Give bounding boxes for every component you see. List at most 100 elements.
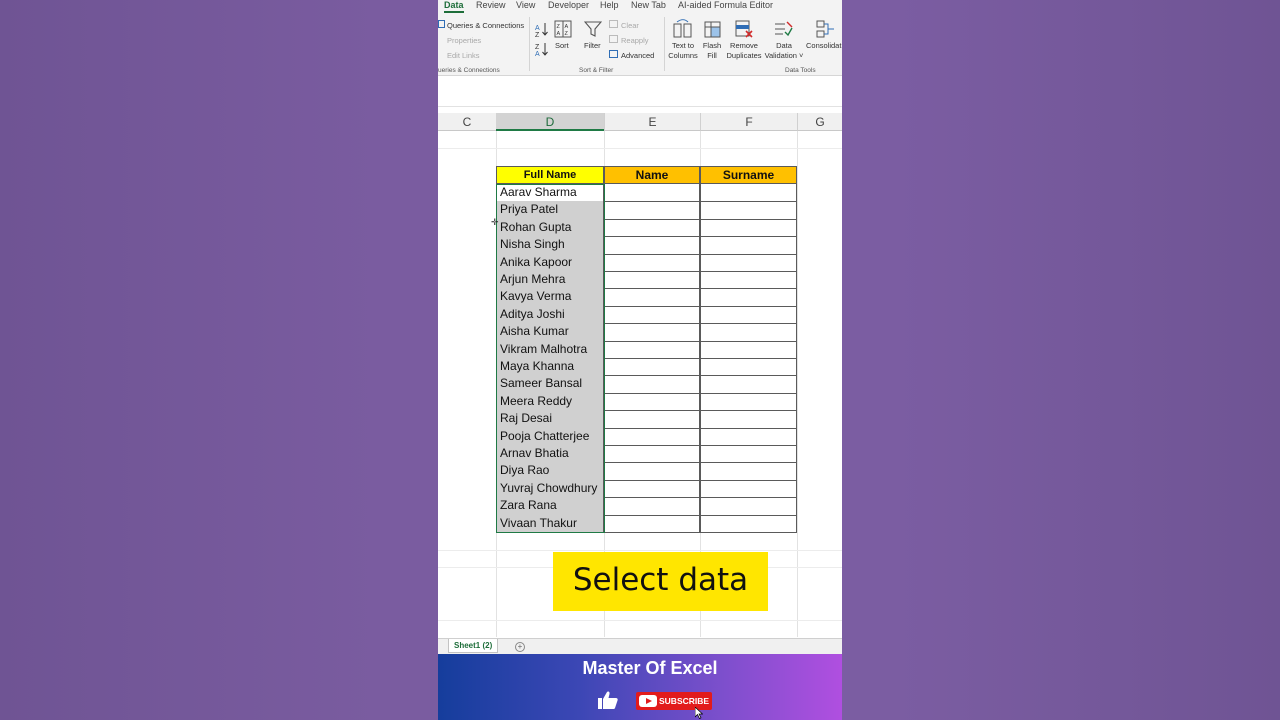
name-cell[interactable]: [604, 497, 700, 516]
name-cell[interactable]: [604, 340, 700, 359]
tab-new-tab[interactable]: New Tab: [631, 0, 666, 10]
surname-cell[interactable]: [700, 514, 797, 533]
sheet-tab[interactable]: Sheet1 (2): [448, 639, 499, 653]
edit-links-button[interactable]: Edit Links: [447, 51, 480, 60]
data-validation-button[interactable]: Data Validation ˅: [762, 41, 806, 61]
data-validation-label-1: Data: [776, 41, 792, 50]
surname-cell[interactable]: [700, 288, 797, 307]
name-cell[interactable]: [604, 271, 700, 290]
surname-cell[interactable]: [700, 497, 797, 516]
full-name-cell[interactable]: Vikram Malhotra: [496, 340, 604, 359]
name-cell[interactable]: [604, 184, 700, 203]
surname-cell[interactable]: [700, 271, 797, 290]
surname-cell[interactable]: [700, 445, 797, 464]
surname-cell[interactable]: [700, 201, 797, 220]
surname-cell[interactable]: [700, 462, 797, 481]
surname-cell[interactable]: [700, 340, 797, 359]
full-name-cell[interactable]: Rohan Gupta: [496, 218, 604, 238]
header-full-name[interactable]: Full Name: [496, 166, 604, 184]
sort-button[interactable]: Sort: [555, 41, 569, 50]
name-cell[interactable]: [604, 514, 700, 533]
name-cell[interactable]: [604, 479, 700, 499]
full-name-cell[interactable]: Pooja Chatterjee: [496, 427, 604, 446]
full-name-cell[interactable]: Aditya Joshi: [496, 305, 604, 325]
remove-duplicates-icon[interactable]: [734, 19, 754, 39]
surname-cell[interactable]: [700, 358, 797, 377]
surname-cell[interactable]: [700, 184, 797, 203]
full-name-cell[interactable]: Kavya Verma: [496, 288, 604, 307]
name-cell[interactable]: [604, 445, 700, 464]
name-cell[interactable]: [604, 253, 700, 272]
advanced-button[interactable]: Advanced: [621, 51, 654, 60]
name-cell[interactable]: [604, 201, 700, 220]
consolidate-button[interactable]: Consolidat: [806, 41, 841, 50]
flash-fill-icon[interactable]: [702, 19, 722, 39]
column-header-e[interactable]: E: [604, 113, 700, 131]
header-name[interactable]: Name: [604, 166, 700, 184]
sort-az-icon[interactable]: A Z Z A: [535, 20, 549, 58]
full-name-cell[interactable]: Raj Desai: [496, 410, 604, 429]
tab-view[interactable]: View: [516, 0, 535, 10]
full-name-cell[interactable]: Maya Khanna: [496, 358, 604, 377]
full-name-cell[interactable]: Yuvraj Chowdhury: [496, 479, 604, 499]
sort-icon[interactable]: Z A A Z: [554, 20, 572, 38]
filter-icon[interactable]: [584, 20, 602, 38]
full-name-cell[interactable]: Aarav Sharma: [496, 184, 604, 203]
tab-review[interactable]: Review: [476, 0, 506, 10]
flash-fill-button[interactable]: Flash Fill: [698, 41, 726, 61]
thumbs-up-icon[interactable]: [597, 690, 619, 710]
surname-cell[interactable]: [700, 218, 797, 238]
plus-circle-icon[interactable]: +: [515, 642, 525, 652]
name-cell[interactable]: [604, 323, 700, 342]
tab-data[interactable]: Data: [444, 0, 464, 13]
full-name-cell[interactable]: Priya Patel: [496, 201, 604, 220]
text-to-columns-button[interactable]: Text to Columns: [667, 41, 699, 61]
full-name-cell[interactable]: Arjun Mehra: [496, 271, 604, 290]
full-name-cell[interactable]: Arnav Bhatia: [496, 445, 604, 464]
filter-button[interactable]: Filter: [584, 41, 601, 50]
full-name-cell[interactable]: Zara Rana: [496, 497, 604, 516]
remove-duplicates-button[interactable]: Remove Duplicates: [724, 41, 764, 61]
name-cell[interactable]: [604, 392, 700, 412]
full-name-cell[interactable]: Vivaan Thakur: [496, 514, 604, 533]
clear-button[interactable]: Clear: [621, 21, 639, 30]
full-name-cell[interactable]: Anika Kapoor: [496, 253, 604, 272]
full-name-cell[interactable]: Meera Reddy: [496, 392, 604, 412]
surname-cell[interactable]: [700, 236, 797, 255]
tab-ai-formula-editor[interactable]: AI-aided Formula Editor: [678, 0, 773, 10]
surname-cell[interactable]: [700, 392, 797, 412]
surname-cell[interactable]: [700, 305, 797, 325]
surname-cell[interactable]: [700, 375, 797, 394]
name-cell[interactable]: [604, 462, 700, 481]
header-surname[interactable]: Surname: [700, 166, 797, 184]
name-cell[interactable]: [604, 288, 700, 307]
name-cell[interactable]: [604, 236, 700, 255]
full-name-cell[interactable]: Diya Rao: [496, 462, 604, 481]
surname-cell[interactable]: [700, 253, 797, 272]
text-to-columns-icon[interactable]: [673, 19, 693, 39]
name-cell[interactable]: [604, 218, 700, 238]
surname-cell[interactable]: [700, 479, 797, 499]
properties-button[interactable]: Properties: [447, 36, 481, 45]
name-cell[interactable]: [604, 305, 700, 325]
column-header-g[interactable]: G: [797, 113, 842, 131]
surname-cell[interactable]: [700, 410, 797, 429]
tab-help[interactable]: Help: [600, 0, 619, 10]
name-cell[interactable]: [604, 410, 700, 429]
full-name-cell[interactable]: Sameer Bansal: [496, 375, 604, 394]
consolidate-icon[interactable]: [815, 19, 835, 39]
reapply-button[interactable]: Reapply: [621, 36, 649, 45]
full-name-cell[interactable]: Aisha Kumar: [496, 323, 604, 342]
queries-connections-button[interactable]: Queries & Connections: [447, 21, 524, 30]
tab-developer[interactable]: Developer: [548, 0, 589, 10]
surname-cell[interactable]: [700, 323, 797, 342]
column-header-d[interactable]: D: [496, 113, 604, 131]
data-validation-icon[interactable]: [773, 19, 793, 39]
column-header-f[interactable]: F: [700, 113, 797, 131]
full-name-cell[interactable]: Nisha Singh: [496, 236, 604, 255]
surname-cell[interactable]: [700, 427, 797, 446]
name-cell[interactable]: [604, 375, 700, 394]
name-cell[interactable]: [604, 358, 700, 377]
name-cell[interactable]: [604, 427, 700, 446]
column-header-c[interactable]: C: [438, 113, 496, 131]
